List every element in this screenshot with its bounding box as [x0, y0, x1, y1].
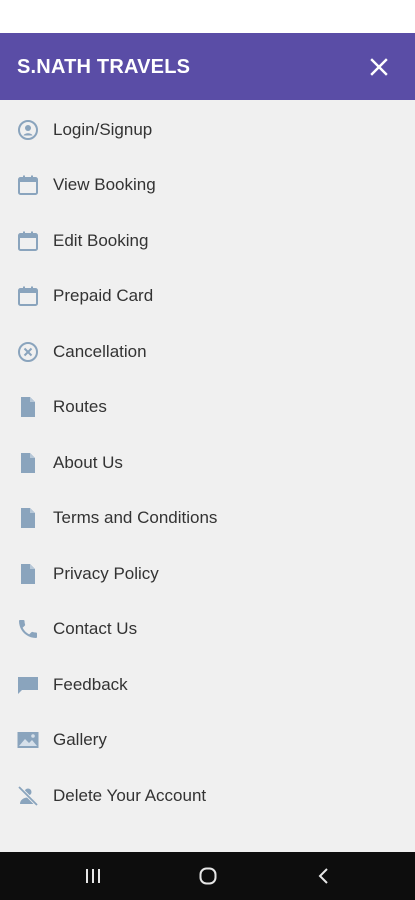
menu-item-view-booking[interactable]: View Booking	[0, 158, 415, 214]
menu-item-feedback[interactable]: Feedback	[0, 657, 415, 713]
user-remove-icon	[16, 784, 40, 808]
menu-item-label: Prepaid Card	[53, 286, 154, 306]
image-icon	[16, 728, 40, 752]
menu-item-label: Gallery	[53, 730, 107, 750]
menu-item-terms-and-conditions[interactable]: Terms and Conditions	[0, 491, 415, 547]
menu-item-label: Cancellation	[53, 341, 147, 361]
calendar-icon	[16, 284, 40, 308]
back-button[interactable]	[312, 864, 336, 888]
status-bar-area	[0, 0, 415, 33]
back-icon	[312, 864, 336, 888]
menu-item-gallery[interactable]: Gallery	[0, 713, 415, 769]
cancel-circle-icon	[16, 340, 40, 364]
menu-item-edit-booking[interactable]: Edit Booking	[0, 213, 415, 269]
close-icon	[367, 55, 391, 79]
user-circle-icon	[16, 118, 40, 142]
menu-item-about-us[interactable]: About Us	[0, 435, 415, 491]
menu-item-label: Terms and Conditions	[53, 508, 218, 528]
close-button[interactable]	[367, 55, 391, 79]
recent-apps-icon	[81, 864, 105, 888]
menu-item-label: Routes	[53, 397, 107, 417]
document-icon	[16, 506, 40, 530]
menu-item-delete-your-account[interactable]: Delete Your Account	[0, 768, 415, 824]
calendar-icon	[16, 173, 40, 197]
menu-item-privacy-policy[interactable]: Privacy Policy	[0, 546, 415, 602]
menu-item-contact-us[interactable]: Contact Us	[0, 602, 415, 658]
phone-icon	[16, 617, 40, 641]
recent-apps-button[interactable]	[81, 864, 105, 888]
menu-item-label: Contact Us	[53, 619, 138, 639]
home-icon	[196, 864, 220, 888]
drawer-header: S.NATH TRAVELS	[0, 33, 415, 100]
menu-item-label: About Us	[53, 452, 123, 472]
menu-item-routes[interactable]: Routes	[0, 380, 415, 436]
app-title: S.NATH TRAVELS	[17, 56, 191, 78]
home-button[interactable]	[196, 864, 220, 888]
menu-item-label: View Booking	[53, 175, 156, 195]
document-icon	[16, 451, 40, 475]
menu-item-cancellation[interactable]: Cancellation	[0, 324, 415, 380]
menu-item-label: Edit Booking	[53, 230, 149, 250]
drawer-menu: Login/Signup View Booking Edit Booking P…	[0, 102, 415, 824]
menu-item-label: Privacy Policy	[53, 563, 159, 583]
calendar-icon	[16, 229, 40, 253]
menu-item-label: Login/Signup	[53, 119, 153, 139]
menu-item-label: Delete Your Account	[53, 785, 207, 805]
menu-item-label: Feedback	[53, 674, 128, 694]
document-icon	[16, 395, 40, 419]
system-navigation-bar	[0, 852, 415, 900]
document-icon	[16, 562, 40, 586]
chat-bubble-icon	[16, 673, 40, 697]
menu-item-prepaid-card[interactable]: Prepaid Card	[0, 269, 415, 325]
menu-item-login-signup[interactable]: Login/Signup	[0, 102, 415, 158]
